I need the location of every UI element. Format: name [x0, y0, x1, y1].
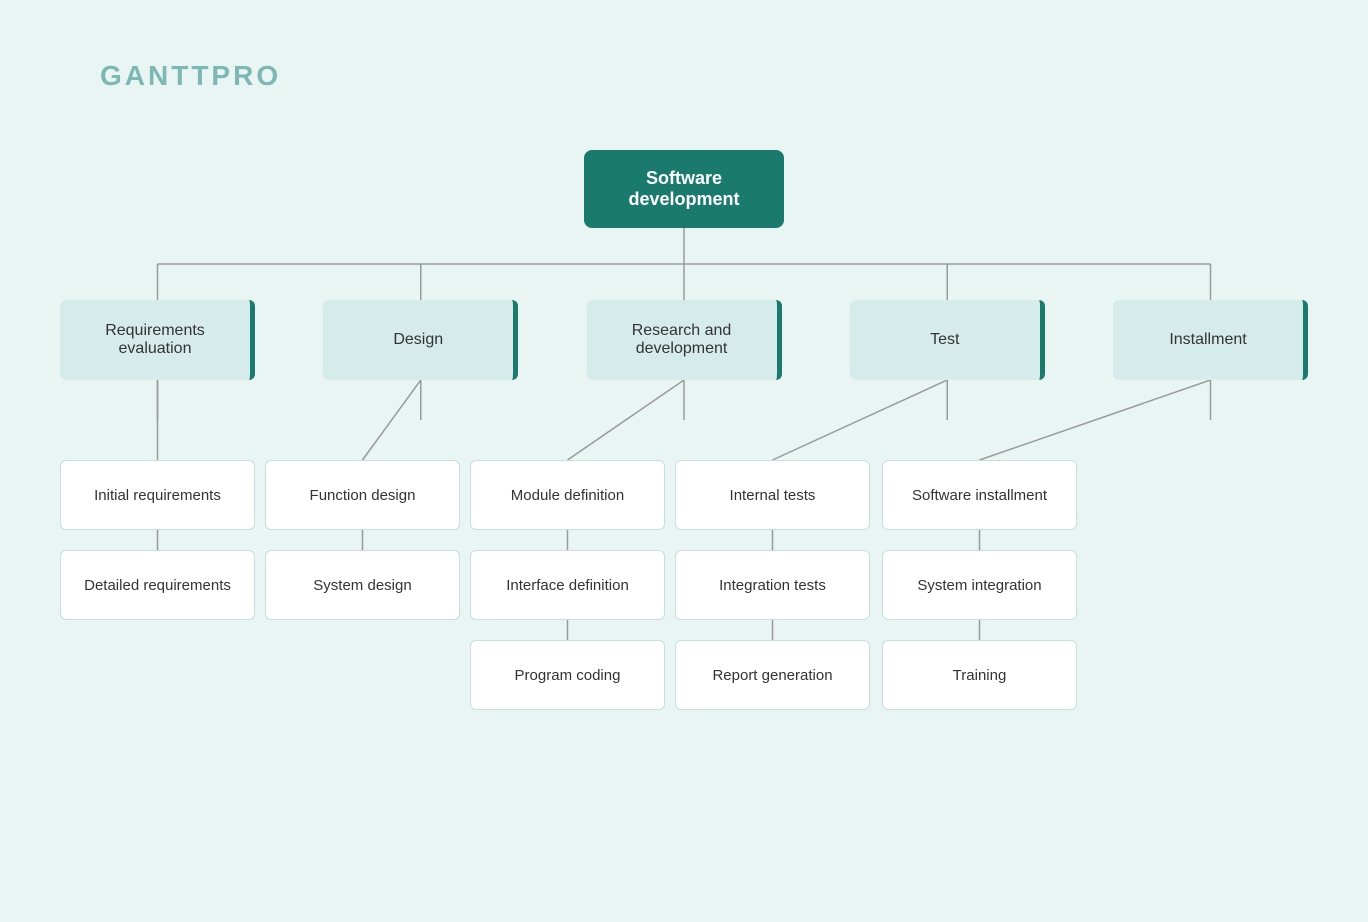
level2-module-def: Module definition: [470, 460, 665, 530]
root-node: Software development: [584, 150, 784, 228]
level1-test: Test: [850, 300, 1045, 380]
level2-col-req: Initial requirements Detailed requiremen…: [60, 460, 255, 620]
level2-function-design: Function design: [265, 460, 460, 530]
level2-col-research: Module definition Interface definition P…: [470, 460, 665, 710]
level2-internal-tests: Internal tests: [675, 460, 870, 530]
level2-col-design: Function design System design: [265, 460, 460, 620]
level2-col-install: Software installment System integration …: [882, 460, 1077, 710]
level2-software-install: Software installment: [882, 460, 1077, 530]
level2-col-test: Internal tests Integration tests Report …: [675, 460, 870, 710]
level1-row: Requirements evaluation Design Research …: [50, 300, 1318, 380]
logo: GANTTPRO: [100, 60, 281, 92]
level2-system-design: System design: [265, 550, 460, 620]
level1-install: Installment: [1113, 300, 1308, 380]
org-chart: Software development Requirements evalua…: [50, 150, 1318, 892]
level1-design: Design: [323, 300, 518, 380]
level1-req: Requirements evaluation: [60, 300, 255, 380]
level2-system-integration: System integration: [882, 550, 1077, 620]
level2-program-coding: Program coding: [470, 640, 665, 710]
level2-detailed-req: Detailed requirements: [60, 550, 255, 620]
level2-report-gen: Report generation: [675, 640, 870, 710]
level2-initial-req: Initial requirements: [60, 460, 255, 530]
level2-integration-tests: Integration tests: [675, 550, 870, 620]
level2-interface-def: Interface definition: [470, 550, 665, 620]
level2-training: Training: [882, 640, 1077, 710]
level1-research: Research and development: [587, 300, 782, 380]
